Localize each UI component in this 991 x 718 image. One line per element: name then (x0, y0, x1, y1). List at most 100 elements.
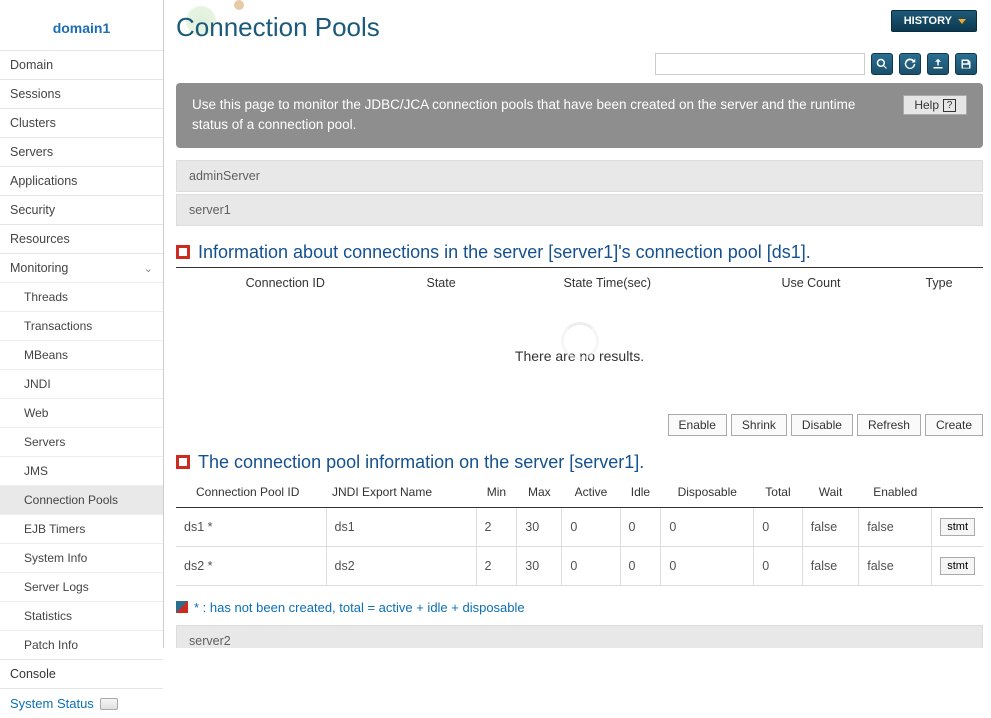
search-icon-button[interactable] (871, 53, 893, 75)
nav-domain[interactable]: Domain (0, 50, 163, 79)
footnote-text: * : has not been created, total = active… (194, 600, 525, 615)
cell-min: 2 (476, 507, 517, 546)
sidebar: domain1 Domain Sessions Clusters Servers… (0, 0, 164, 648)
section1-header: Information about connections in the ser… (176, 242, 983, 263)
history-button[interactable]: HISTORY (891, 10, 977, 32)
connections-table: Connection ID State State Time(sec) Use … (176, 268, 983, 394)
save-icon (960, 58, 972, 70)
banner-text: Use this page to monitor the JDBC/JCA co… (192, 95, 887, 136)
export-icon-button[interactable] (927, 53, 949, 75)
refresh-button[interactable]: Refresh (857, 414, 921, 436)
section-square-icon (176, 245, 190, 259)
action-buttons: Enable Shrink Disable Refresh Create (176, 414, 983, 436)
stmt-button[interactable]: stmt (940, 518, 975, 536)
refresh-icon (904, 58, 916, 70)
nav-sub-mbeans[interactable]: MBeans (0, 340, 163, 369)
refresh-icon-button[interactable] (899, 53, 921, 75)
history-label: HISTORY (904, 15, 952, 27)
page-title: Connection Pools (176, 12, 380, 43)
nav-monitoring-label: Monitoring (10, 261, 68, 275)
cell-enabled: false (859, 507, 932, 546)
nav-sub-server-logs[interactable]: Server Logs (0, 572, 163, 601)
cell-active: 0 (562, 546, 620, 585)
disable-button[interactable]: Disable (791, 414, 853, 436)
create-button[interactable]: Create (925, 414, 983, 436)
server-row-server2[interactable]: server2 (176, 625, 983, 649)
nav-clusters[interactable]: Clusters (0, 108, 163, 137)
dropdown-triangle-icon (958, 19, 966, 24)
col-enabled: Enabled (859, 477, 932, 508)
footnote-icon (176, 601, 188, 613)
spinner-icon (561, 322, 599, 360)
table-row: ds1 * ds1 2 30 0 0 0 0 false false stmt (176, 507, 983, 546)
col-max: Max (517, 477, 562, 508)
empty-row: There are no results. (176, 298, 983, 394)
col-disposable: Disposable (661, 477, 754, 508)
nav-sub-patch-info[interactable]: Patch Info (0, 630, 163, 659)
save-icon-button[interactable] (955, 53, 977, 75)
col-action (932, 477, 983, 508)
server-row-server1[interactable]: server1 (176, 194, 983, 226)
nav-applications[interactable]: Applications (0, 166, 163, 195)
nav-sub-jndi[interactable]: JNDI (0, 369, 163, 398)
pool-info-table: Connection Pool ID JNDI Export Name Min … (176, 477, 983, 586)
cell-total: 0 (754, 507, 803, 546)
cell-wait: false (802, 507, 858, 546)
section2-title: The connection pool information on the s… (198, 452, 644, 473)
shrink-button[interactable]: Shrink (731, 414, 787, 436)
cell-disposable: 0 (661, 507, 754, 546)
col-pool-id: Connection Pool ID (176, 477, 326, 508)
stmt-button[interactable]: stmt (940, 557, 975, 575)
cell-pool-id[interactable]: ds2 * (176, 546, 326, 585)
section1-title: Information about connections in the ser… (198, 242, 811, 263)
footnote: * : has not been created, total = active… (176, 600, 983, 615)
nav-sub-system-info[interactable]: System Info (0, 543, 163, 572)
main-content: Connection Pools HISTORY Use this page t… (164, 0, 991, 648)
col-state-time: State Time(sec) (488, 268, 727, 298)
nav-sessions[interactable]: Sessions (0, 79, 163, 108)
cell-jndi: ds2 (326, 546, 476, 585)
cell-max: 30 (517, 546, 562, 585)
monitor-icon (100, 698, 118, 710)
cell-enabled: false (859, 546, 932, 585)
nav-sub-web[interactable]: Web (0, 398, 163, 427)
upload-icon (932, 58, 944, 70)
cell-min: 2 (476, 546, 517, 585)
nav-monitoring[interactable]: Monitoring ⌄ (0, 253, 163, 282)
col-total: Total (754, 477, 803, 508)
cell-pool-id[interactable]: ds1 * (176, 507, 326, 546)
nav-sub-ejb-timers[interactable]: EJB Timers (0, 514, 163, 543)
cell-active: 0 (562, 507, 620, 546)
help-label: Help (914, 98, 939, 112)
cell-idle: 0 (620, 546, 661, 585)
help-button[interactable]: Help ? (903, 95, 967, 115)
description-banner: Use this page to monitor the JDBC/JCA co… (176, 83, 983, 148)
help-icon: ? (943, 99, 956, 112)
nav-system-status[interactable]: System Status (0, 688, 163, 718)
nav-console[interactable]: Console (0, 659, 163, 688)
nav-sub-statistics[interactable]: Statistics (0, 601, 163, 630)
server-row-admin[interactable]: adminServer (176, 160, 983, 192)
table-header-row: Connection Pool ID JNDI Export Name Min … (176, 477, 983, 508)
enable-button[interactable]: Enable (668, 414, 727, 436)
cell-wait: false (802, 546, 858, 585)
nav-servers[interactable]: Servers (0, 137, 163, 166)
search-input[interactable] (655, 53, 865, 75)
search-icon (876, 58, 888, 70)
nav-sub-threads[interactable]: Threads (0, 282, 163, 311)
domain-label[interactable]: domain1 (0, 0, 163, 50)
table-header-row: Connection ID State State Time(sec) Use … (176, 268, 983, 298)
nav-sub-connection-pools[interactable]: Connection Pools (0, 485, 163, 514)
nav-sub-servers[interactable]: Servers (0, 427, 163, 456)
nav-resources[interactable]: Resources (0, 224, 163, 253)
col-jndi: JNDI Export Name (326, 477, 476, 508)
cell-total: 0 (754, 546, 803, 585)
col-type: Type (895, 268, 983, 298)
col-active: Active (562, 477, 620, 508)
nav-sub-transactions[interactable]: Transactions (0, 311, 163, 340)
nav-sub-jms[interactable]: JMS (0, 456, 163, 485)
nav-security[interactable]: Security (0, 195, 163, 224)
cell-jndi: ds1 (326, 507, 476, 546)
col-idle: Idle (620, 477, 661, 508)
col-min: Min (476, 477, 517, 508)
